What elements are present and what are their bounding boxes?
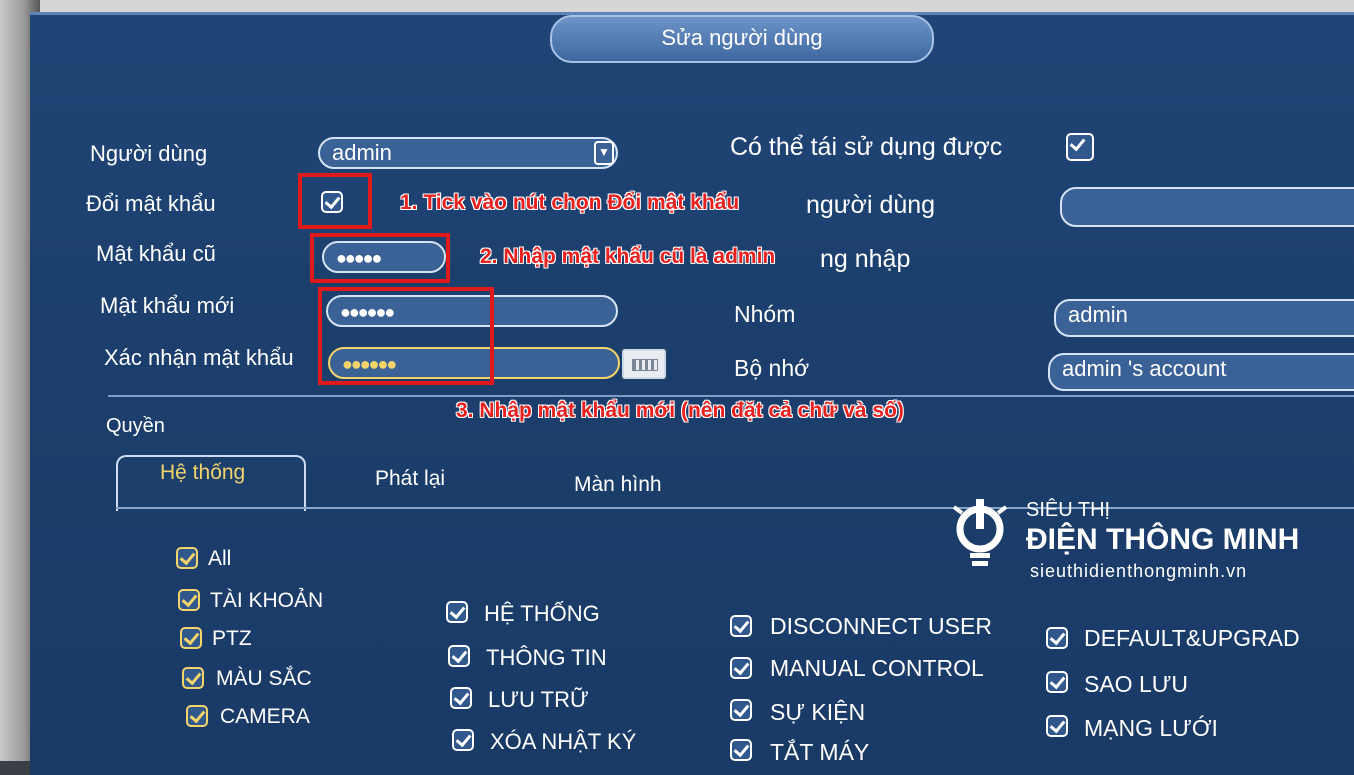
dialog-title: Sửa người dùng (550, 15, 934, 63)
perm-checkbox-backup[interactable] (1046, 671, 1068, 693)
watermark-line2: ĐIỆN THÔNG MINH (1026, 523, 1300, 556)
user-label: Người dùng (90, 141, 208, 166)
user-select[interactable]: admin (318, 137, 618, 169)
perm-label-event: SỰ KIỆN (770, 699, 866, 725)
change-password-label: Đổi mật khẩu (86, 191, 216, 216)
user-select-value: admin (332, 140, 392, 165)
perm-checkbox-disconnect-user[interactable] (730, 615, 752, 637)
group-label: Nhóm (734, 301, 796, 327)
annotation-step3: 3. Nhập mật khẩu mới (nên đặt cả chữ và … (456, 399, 904, 422)
perm-label-default-upgrade: DEFAULT&UPGRAD (1084, 625, 1300, 651)
edit-user-dialog: Sửa người dùng Người dùng admin ▼ Đổi mậ… (30, 12, 1354, 775)
perm-checkbox-storage[interactable] (450, 687, 472, 709)
perm-checkbox-manual-control[interactable] (730, 657, 752, 679)
username-input[interactable] (1060, 187, 1354, 227)
perm-label-manual-control: MANUAL CONTROL (770, 655, 984, 681)
login-label: ng nhập (820, 245, 911, 273)
annotation-step2: 2. Nhập mật khẩu cũ là admin (480, 245, 776, 268)
perm-checkbox-network[interactable] (1046, 715, 1068, 737)
memo-value: admin 's account (1062, 356, 1227, 381)
permissions-label: Quyền (106, 415, 165, 437)
keyboard-icon[interactable] (622, 349, 666, 379)
lightbulb-logo-icon (952, 499, 1008, 566)
perm-label-system: HỆ THỐNG (484, 601, 600, 626)
perm-checkbox-all[interactable] (176, 547, 198, 569)
chevron-down-icon[interactable]: ▼ (594, 141, 614, 165)
perm-checkbox-shutdown[interactable] (730, 739, 752, 761)
group-value: admin (1068, 302, 1128, 327)
memo-input[interactable]: admin 's account (1048, 353, 1354, 391)
reusable-checkbox[interactable] (1066, 133, 1094, 161)
perm-label-network: MẠNG LƯỚI (1084, 715, 1218, 741)
tab-monitor[interactable]: Màn hình (574, 473, 662, 497)
tab-system-label: Hệ thống (160, 461, 246, 484)
perm-checkbox-clear-log[interactable] (452, 729, 474, 751)
perm-label-account: TÀI KHOẢN (210, 589, 324, 612)
perm-checkbox-system[interactable] (446, 601, 468, 623)
reusable-label: Có thể tái sử dụng được (730, 133, 1003, 161)
perm-label-clear-log: XÓA NHẬT KÝ (490, 729, 637, 754)
perm-checkbox-info[interactable] (448, 645, 470, 667)
old-password-label: Mật khẩu cũ (96, 241, 216, 266)
perm-label-backup: SAO LƯU (1084, 671, 1189, 697)
memo-label: Bộ nhớ (734, 355, 810, 381)
perm-checkbox-event[interactable] (730, 699, 752, 721)
tab-bar-line (116, 507, 1354, 509)
perm-checkbox-color[interactable] (182, 667, 204, 689)
perm-label-shutdown: TẮT MÁY (770, 739, 870, 765)
watermark-line1: SIÊU THỊ (1026, 499, 1111, 521)
username-label: người dùng (806, 191, 936, 219)
perm-label-color: MÀU SẮC (216, 667, 312, 690)
confirm-password-label: Xác nhận mật khẩu (104, 345, 294, 370)
tab-playback[interactable]: Phát lại (375, 467, 445, 491)
form-divider (108, 395, 1354, 397)
perm-label-disconnect-user: DISCONNECT USER (770, 613, 992, 639)
watermark-url: sieuthidienthongminh.vn (1030, 561, 1248, 581)
new-password-label: Mật khẩu mới (100, 293, 235, 318)
group-input[interactable]: admin (1054, 299, 1354, 337)
perm-checkbox-account[interactable] (178, 589, 200, 611)
perm-label-storage: LƯU TRỮ (488, 687, 589, 712)
perm-label-camera: CAMERA (220, 705, 310, 728)
perm-label-info: THÔNG TIN (486, 645, 607, 670)
perm-checkbox-camera[interactable] (186, 705, 208, 727)
perm-label-ptz: PTZ (212, 627, 252, 650)
annotation-step1: 1. Tick vào nút chọn Đổi mật khẩu (400, 191, 740, 214)
annotation-box-step2 (310, 233, 450, 283)
perm-checkbox-default-upgrade[interactable] (1046, 627, 1068, 649)
perm-checkbox-ptz[interactable] (180, 627, 202, 649)
annotation-box-step3 (318, 287, 494, 385)
perm-label-all: All (208, 547, 232, 570)
annotation-box-step1 (298, 173, 372, 229)
